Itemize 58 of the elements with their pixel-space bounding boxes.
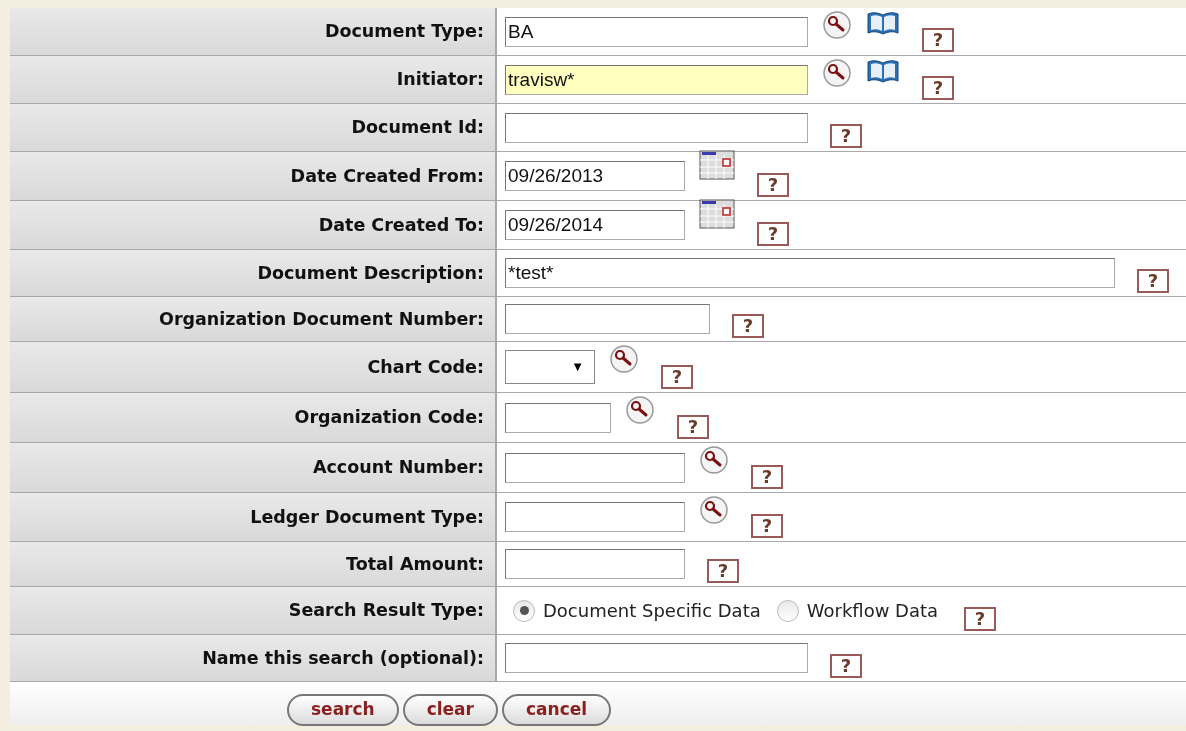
help-icon[interactable]: ? (964, 607, 997, 631)
text-field[interactable] (505, 452, 685, 483)
radio-label: Document Specific Data (543, 599, 761, 623)
help-icon[interactable]: ? (751, 514, 783, 538)
text-field[interactable]: travisw* (505, 64, 808, 95)
field-label: Document Id: (351, 116, 484, 140)
field-label: Account Number: (312, 456, 484, 480)
text-field[interactable] (505, 502, 685, 532)
help-icon[interactable]: ? (922, 28, 954, 52)
field-label: Ledger Document Type: (250, 505, 484, 529)
field-label: Document Description: (257, 261, 484, 285)
text-field[interactable]: 09/26/2013 (505, 161, 685, 191)
text-field[interactable] (505, 402, 611, 433)
help-icon[interactable]: ? (757, 173, 789, 197)
radio-button[interactable] (513, 599, 535, 622)
help-icon[interactable]: ? (732, 314, 764, 338)
search-icon[interactable] (822, 58, 852, 88)
field-label: Date Created To: (318, 213, 484, 237)
text-field[interactable] (505, 643, 808, 673)
help-icon[interactable]: ? (1137, 269, 1169, 293)
action-button[interactable]: clear (402, 694, 498, 726)
field-label: Document Type: (324, 20, 484, 44)
field-label: Organization Code: (294, 406, 484, 430)
text-field[interactable]: BA (505, 16, 808, 47)
action-button[interactable]: cancel (502, 694, 612, 726)
text-field[interactable] (505, 304, 710, 334)
radio-label: Workflow Data (806, 599, 939, 623)
action-button[interactable]: search (287, 694, 399, 726)
search-icon[interactable] (625, 395, 655, 425)
text-field[interactable] (505, 549, 685, 579)
field-label: Total Amount: (346, 552, 484, 576)
help-icon[interactable]: ? (661, 365, 693, 389)
field-label: Chart Code: (367, 355, 484, 379)
search-icon[interactable] (699, 495, 729, 525)
help-icon[interactable]: ? (830, 124, 862, 148)
field-label: Date Created From: (290, 164, 484, 188)
field-label: Organization Document Number: (159, 307, 484, 331)
calendar-icon[interactable] (699, 199, 735, 229)
book-icon[interactable] (866, 59, 900, 85)
text-field[interactable]: *test* (505, 258, 1115, 288)
search-icon[interactable] (699, 445, 729, 475)
text-field[interactable]: 09/26/2014 (505, 210, 685, 240)
help-icon[interactable]: ? (751, 465, 783, 489)
search-icon[interactable] (822, 10, 852, 40)
book-icon[interactable] (866, 11, 900, 37)
field-label: Search Result Type: (288, 599, 484, 623)
help-icon[interactable]: ? (757, 222, 789, 246)
help-icon[interactable]: ? (677, 415, 709, 439)
field-label: Initiator: (396, 68, 484, 92)
dropdown[interactable]: ▼ (505, 350, 595, 384)
radio-button[interactable] (776, 599, 799, 622)
help-icon[interactable]: ? (830, 654, 862, 678)
calendar-icon[interactable] (699, 150, 735, 180)
search-icon[interactable] (609, 344, 639, 374)
text-field[interactable] (505, 112, 808, 143)
field-label: Name this search (optional): (202, 646, 484, 670)
help-icon[interactable]: ? (707, 559, 739, 583)
help-icon[interactable]: ? (922, 76, 954, 100)
